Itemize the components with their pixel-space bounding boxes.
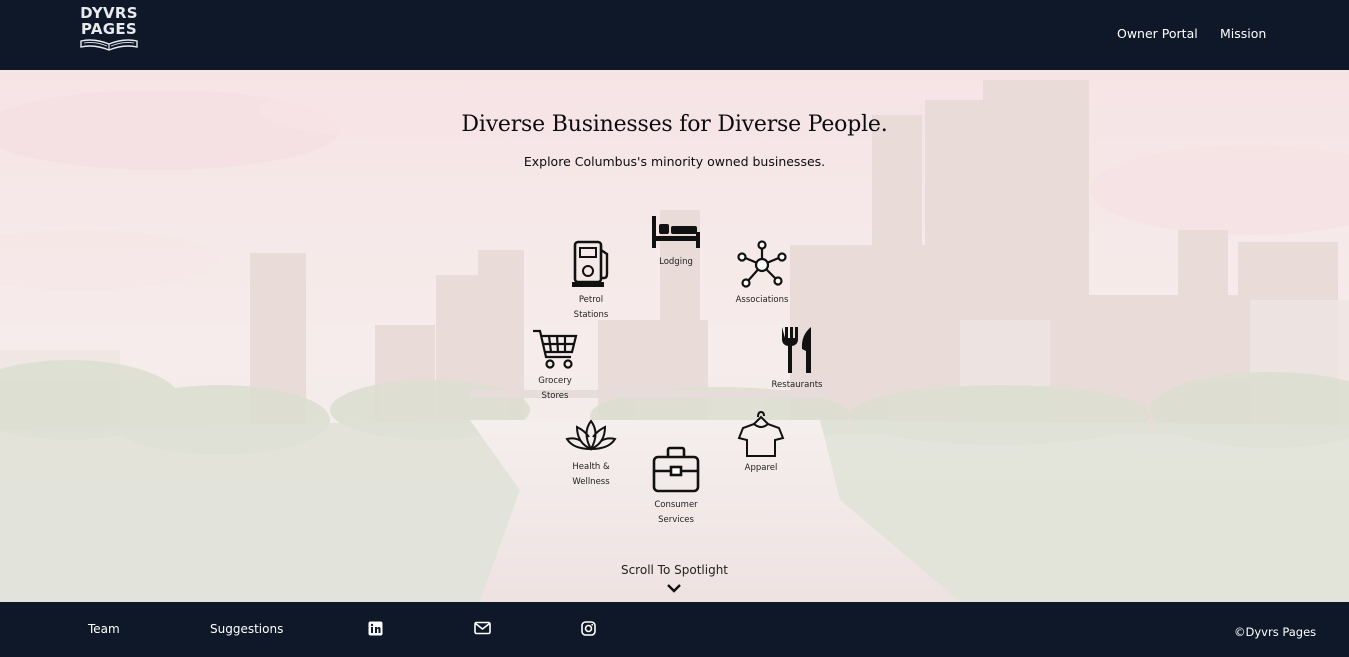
hero-section: Diverse Businesses for Diverse People. E… xyxy=(0,70,1349,602)
instagram-icon[interactable] xyxy=(581,621,596,636)
footer-bar: Team Suggestions ©Dyvrs Pages xyxy=(0,602,1349,657)
category-label: Restaurants xyxy=(771,380,823,390)
copyright-text: ©Dyvrs Pages xyxy=(1234,625,1317,639)
shopping-cart-icon xyxy=(533,329,578,369)
category-label: Consumer Services xyxy=(654,500,698,525)
brand-line-2: PAGES xyxy=(80,20,138,38)
network-icon xyxy=(737,240,787,288)
scroll-to-spotlight-label[interactable]: Scroll To Spotlight xyxy=(0,563,1349,577)
category-associations[interactable]: Associations xyxy=(707,240,817,308)
footer-suggestions-link[interactable]: Suggestions xyxy=(210,622,283,636)
bed-icon xyxy=(652,216,700,248)
category-label: Associations xyxy=(735,295,789,305)
open-book-icon xyxy=(80,39,138,51)
category-restaurants[interactable]: Restaurants xyxy=(742,325,852,393)
category-consumer-services[interactable]: Consumer Services xyxy=(621,445,731,528)
mail-icon[interactable] xyxy=(474,621,491,635)
hero-subline: Explore Columbus's minority owned busine… xyxy=(523,154,826,169)
fork-knife-icon xyxy=(782,327,811,373)
shirt-icon xyxy=(737,410,785,457)
nav-owner-portal[interactable]: Owner Portal xyxy=(1117,26,1198,41)
fuel-pump-icon xyxy=(572,240,609,287)
brand-logo[interactable]: DYVRS PAGES xyxy=(78,5,140,65)
category-label: Grocery Stores xyxy=(538,376,572,401)
lotus-icon xyxy=(565,419,617,452)
chevron-down-icon[interactable] xyxy=(665,582,683,594)
toolbox-icon xyxy=(652,446,700,493)
top-navbar: DYVRS PAGES Owner Portal Mission xyxy=(0,0,1349,70)
footer-team-link[interactable]: Team xyxy=(88,622,120,636)
nav-mission[interactable]: Mission xyxy=(1220,26,1266,41)
category-petrol-stations[interactable]: Petrol Stations xyxy=(536,240,646,323)
category-label: Petrol Stations xyxy=(573,295,609,320)
hero-headline: Diverse Businesses for Diverse People. xyxy=(461,112,888,137)
brand-line-1: DYVRS xyxy=(80,4,138,22)
linkedin-icon[interactable] xyxy=(368,621,383,636)
category-grocery-stores[interactable]: Grocery Stores xyxy=(500,327,610,404)
